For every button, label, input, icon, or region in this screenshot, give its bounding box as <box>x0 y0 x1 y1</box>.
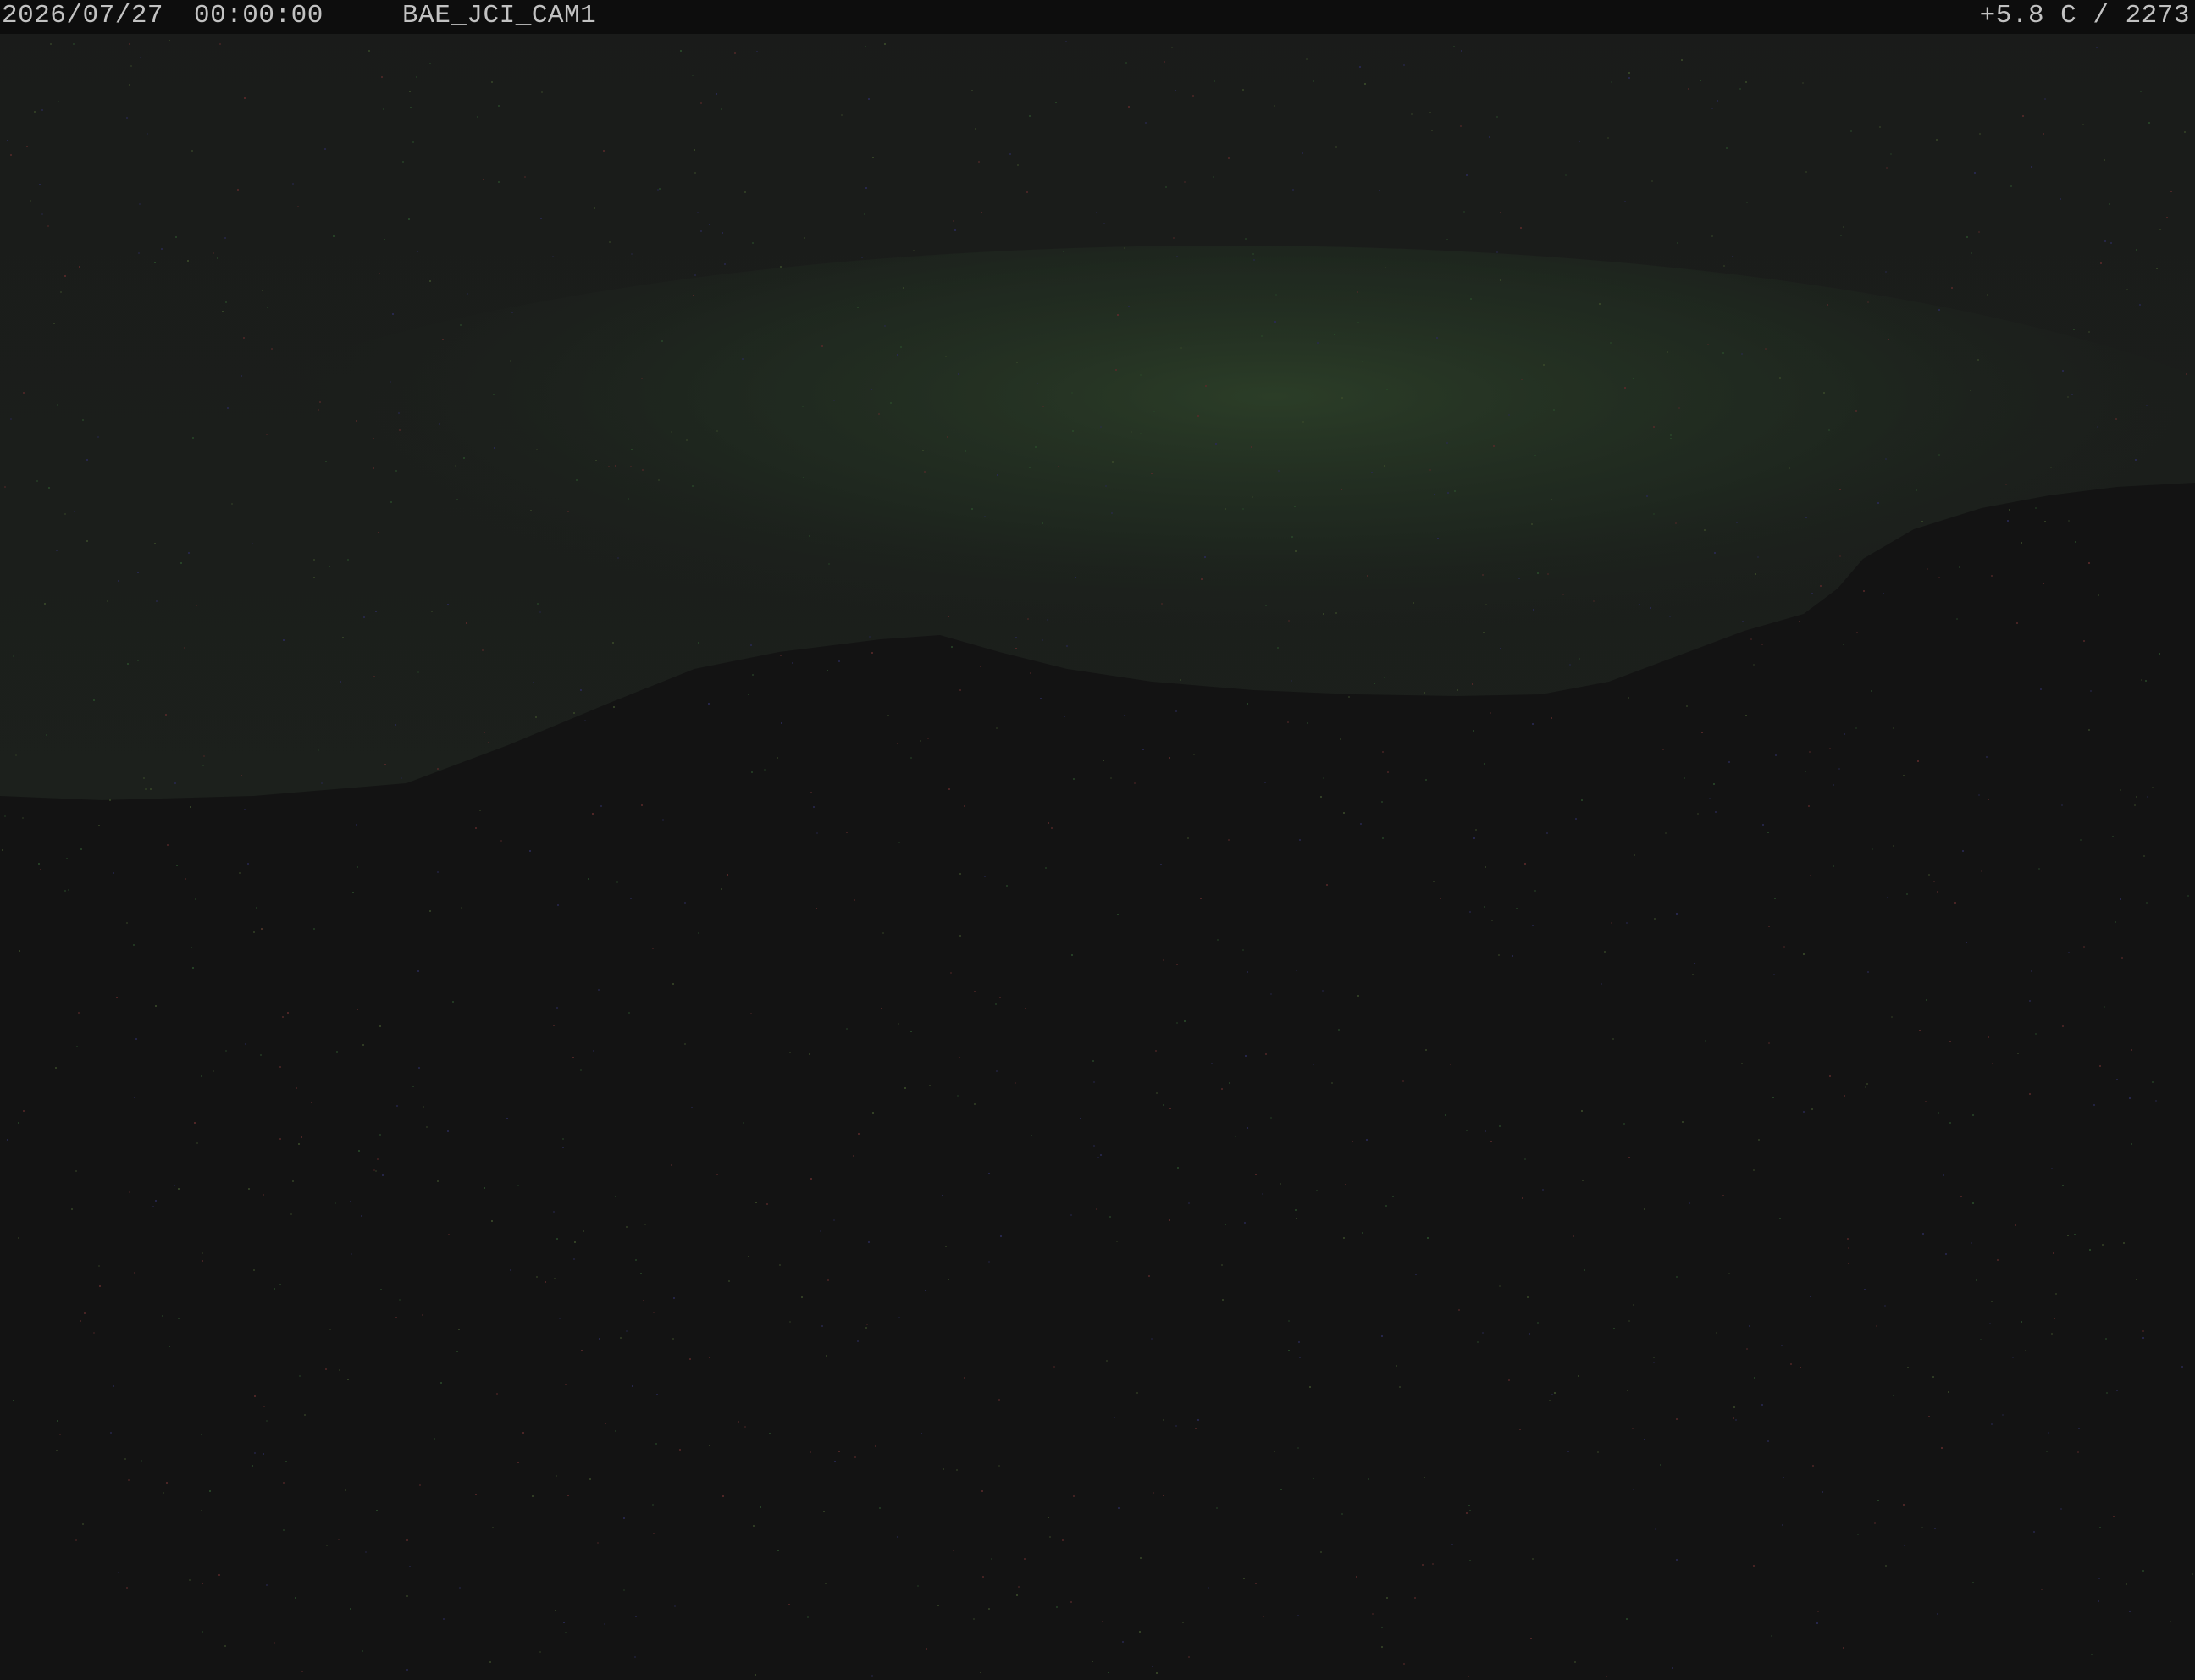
night-landscape-image <box>0 0 2195 1680</box>
overlay-date: 2026/07/27 <box>2 1 164 30</box>
camera-overlay-bar: 2026/07/27 00:00:00 BAE_JCI_CAM1 +5.8 C … <box>0 0 2195 34</box>
overlay-temperature-readout: +5.8 C / 2273 <box>1979 1 2190 30</box>
overlay-time: 00:00:00 <box>194 1 323 30</box>
webcam-frame: 2026/07/27 00:00:00 BAE_JCI_CAM1 +5.8 C … <box>0 0 2195 1680</box>
overlay-camera-id: BAE_JCI_CAM1 <box>402 1 597 30</box>
